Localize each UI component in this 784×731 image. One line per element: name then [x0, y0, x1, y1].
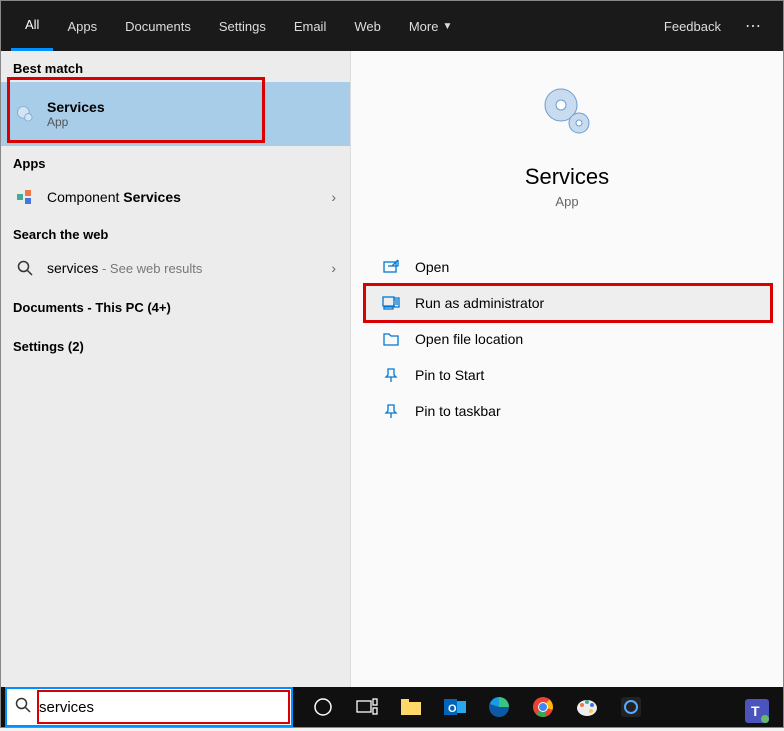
preview-panel: Services App Open Run as administrator [351, 51, 783, 689]
action-pin-to-start[interactable]: Pin to Start [351, 357, 783, 393]
search-input[interactable] [39, 699, 291, 716]
tab-apps[interactable]: Apps [53, 1, 111, 51]
app-result-bold: Services [123, 189, 181, 205]
web-result[interactable]: services - See web results › [1, 248, 350, 288]
action-pin-start-label: Pin to Start [415, 367, 484, 383]
search-icon [15, 697, 31, 718]
action-open-label: Open [415, 259, 449, 275]
settings-category[interactable]: Settings (2) [1, 327, 350, 366]
feedback-link[interactable]: Feedback [650, 19, 735, 34]
best-match-sub: App [47, 115, 336, 129]
results-panel: Best match Services App Apps Component S… [1, 51, 351, 689]
tab-documents[interactable]: Documents [111, 1, 205, 51]
chevron-right-icon[interactable]: › [331, 189, 336, 205]
teams-icon[interactable]: T [735, 691, 779, 731]
chevron-down-icon: ▼ [442, 21, 452, 32]
action-open-loc-label: Open file location [415, 331, 523, 347]
outlook-icon[interactable]: O [433, 687, 477, 727]
task-view-icon[interactable] [345, 687, 389, 727]
section-apps: Apps [1, 146, 350, 177]
action-open-file-location[interactable]: Open file location [351, 321, 783, 357]
tab-all[interactable]: All [11, 1, 53, 51]
folder-icon [381, 329, 401, 349]
app-result-component-services[interactable]: Component Services › [1, 177, 350, 217]
chevron-right-icon[interactable]: › [331, 260, 336, 276]
svg-text:O: O [448, 703, 457, 715]
web-hint: - See web results [98, 261, 202, 276]
edge-icon[interactable] [477, 687, 521, 727]
admin-icon [381, 293, 401, 313]
chrome-icon[interactable] [521, 687, 565, 727]
component-icon [15, 187, 35, 207]
action-pin-taskbar-label: Pin to taskbar [415, 403, 501, 419]
pin-icon [381, 401, 401, 421]
paint-icon[interactable] [565, 687, 609, 727]
app-result-prefix: Component [47, 189, 123, 205]
filter-tabs: All Apps Documents Settings Email Web Mo… [1, 1, 783, 51]
file-explorer-icon[interactable] [389, 687, 433, 727]
best-match-result[interactable]: Services App [1, 82, 350, 146]
documents-category[interactable]: Documents - This PC (4+) [1, 288, 350, 327]
action-run-as-administrator[interactable]: Run as administrator [365, 285, 771, 321]
preview-title: Services [351, 164, 783, 190]
pin-icon [381, 365, 401, 385]
tab-email[interactable]: Email [280, 1, 341, 51]
search-box[interactable] [5, 687, 293, 727]
gear-icon [537, 81, 597, 146]
section-search-web: Search the web [1, 217, 350, 248]
gear-icon [15, 104, 35, 124]
section-best-match: Best match [1, 51, 350, 82]
tab-web[interactable]: Web [340, 1, 395, 51]
search-icon [15, 258, 35, 278]
preview-sub: App [351, 194, 783, 209]
app-icon[interactable] [609, 687, 653, 727]
tab-more[interactable]: More▼ [395, 1, 467, 51]
action-pin-to-taskbar[interactable]: Pin to taskbar [351, 393, 783, 429]
web-query: services [47, 260, 98, 276]
cortana-icon[interactable] [301, 687, 345, 727]
action-open[interactable]: Open [351, 249, 783, 285]
more-options-icon[interactable]: ⋯ [735, 16, 773, 36]
svg-text:T: T [751, 703, 760, 719]
best-match-title: Services [47, 99, 105, 115]
action-run-admin-label: Run as administrator [415, 295, 544, 311]
open-icon [381, 257, 401, 277]
tab-settings[interactable]: Settings [205, 1, 280, 51]
